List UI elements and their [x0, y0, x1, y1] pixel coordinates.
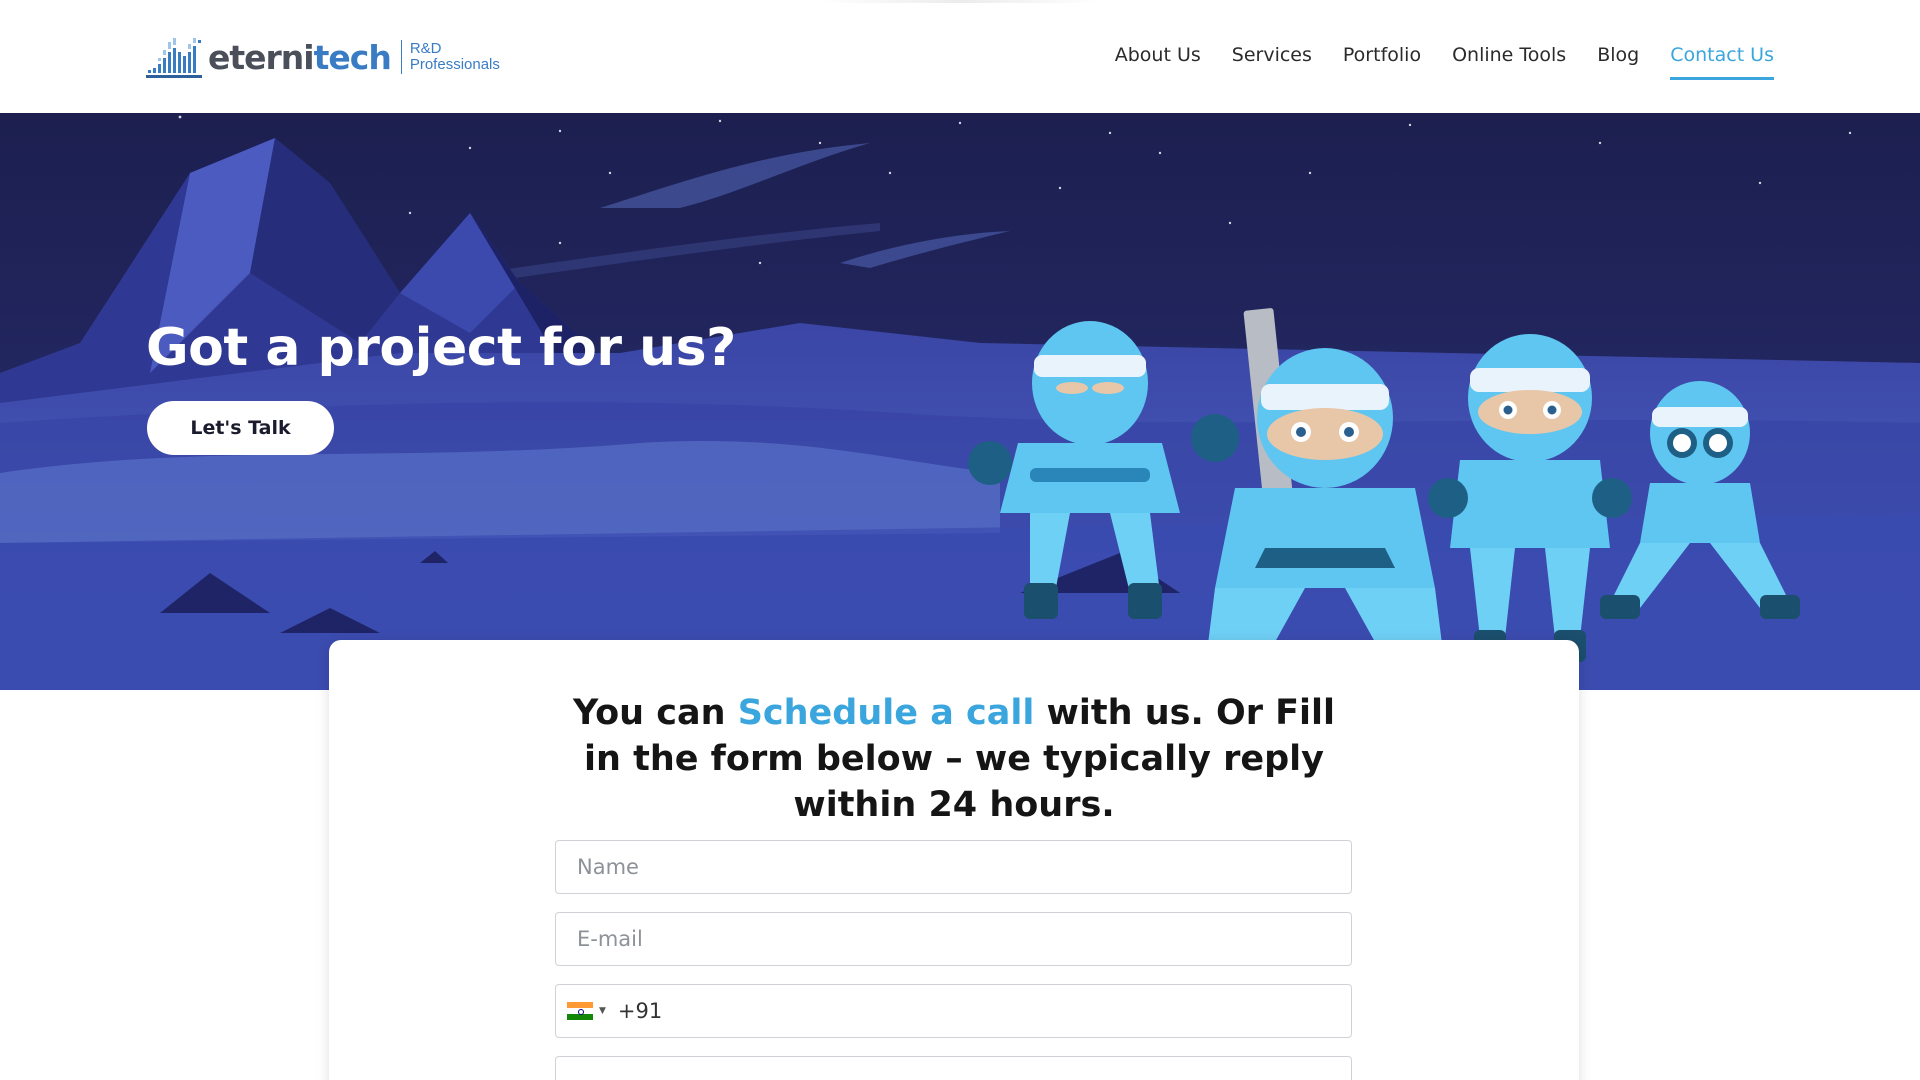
logo-wordmark-prefix: eterni	[208, 37, 315, 77]
chevron-down-icon: ▼	[599, 1006, 606, 1016]
nav-item-services[interactable]: Services	[1232, 44, 1312, 80]
lets-talk-button[interactable]: Let's Talk	[147, 401, 334, 455]
form-heading: You can Schedule a call with us. Or Fill…	[329, 690, 1579, 828]
email-input[interactable]	[556, 913, 1351, 965]
logo-bird-icon	[146, 38, 202, 78]
form-heading-line3: within 24 hours.	[793, 785, 1115, 825]
main-nav: About Us Services Portfolio Online Tools…	[1084, 44, 1774, 80]
india-flag-icon	[567, 1002, 593, 1020]
logo-divider	[400, 40, 402, 74]
logo-tagline-line1: R&D	[409, 40, 442, 57]
nav-item-contact-us[interactable]: Contact Us	[1670, 44, 1774, 80]
message-input[interactable]	[556, 1057, 1351, 1080]
schedule-call-link[interactable]: Schedule a call	[738, 693, 1035, 733]
logo-tagline-line2: Professionals	[409, 56, 500, 73]
nav-item-portfolio[interactable]: Portfolio	[1343, 44, 1421, 80]
form-heading-intro: You can	[572, 693, 738, 733]
name-field	[555, 840, 1352, 894]
nav-item-online-tools[interactable]: Online Tools	[1452, 44, 1566, 80]
email-field	[555, 912, 1352, 966]
hero-banner: Got a project for us? Let's Talk	[0, 113, 1920, 690]
nav-item-about-us[interactable]: About Us	[1115, 44, 1201, 80]
form-heading-line1-end: with us. Or Fill	[1034, 693, 1336, 733]
site-header: eternitech R&D Professionals About Us Se…	[0, 0, 1920, 113]
header-top-shadow	[820, 0, 1100, 3]
nav-item-blog[interactable]: Blog	[1597, 44, 1639, 80]
hero-title: Got a project for us?	[146, 318, 736, 378]
name-input[interactable]	[556, 841, 1351, 893]
eternitech-logo[interactable]: eternitech R&D Professionals	[146, 32, 500, 82]
logo-wordmark-suffix: tech	[313, 37, 392, 77]
logo-wordmark: eternitech	[208, 37, 392, 77]
form-heading-line2: in the form below – we typically reply	[584, 739, 1324, 779]
country-code-dropdown[interactable]: ▼	[567, 1002, 606, 1020]
message-field	[555, 1056, 1352, 1080]
phone-field: ▼	[555, 984, 1352, 1038]
phone-input[interactable]	[605, 985, 1351, 1037]
contact-form-card: You can Schedule a call with us. Or Fill…	[329, 640, 1579, 1080]
logo-tagline: R&D Professionals	[410, 41, 500, 73]
